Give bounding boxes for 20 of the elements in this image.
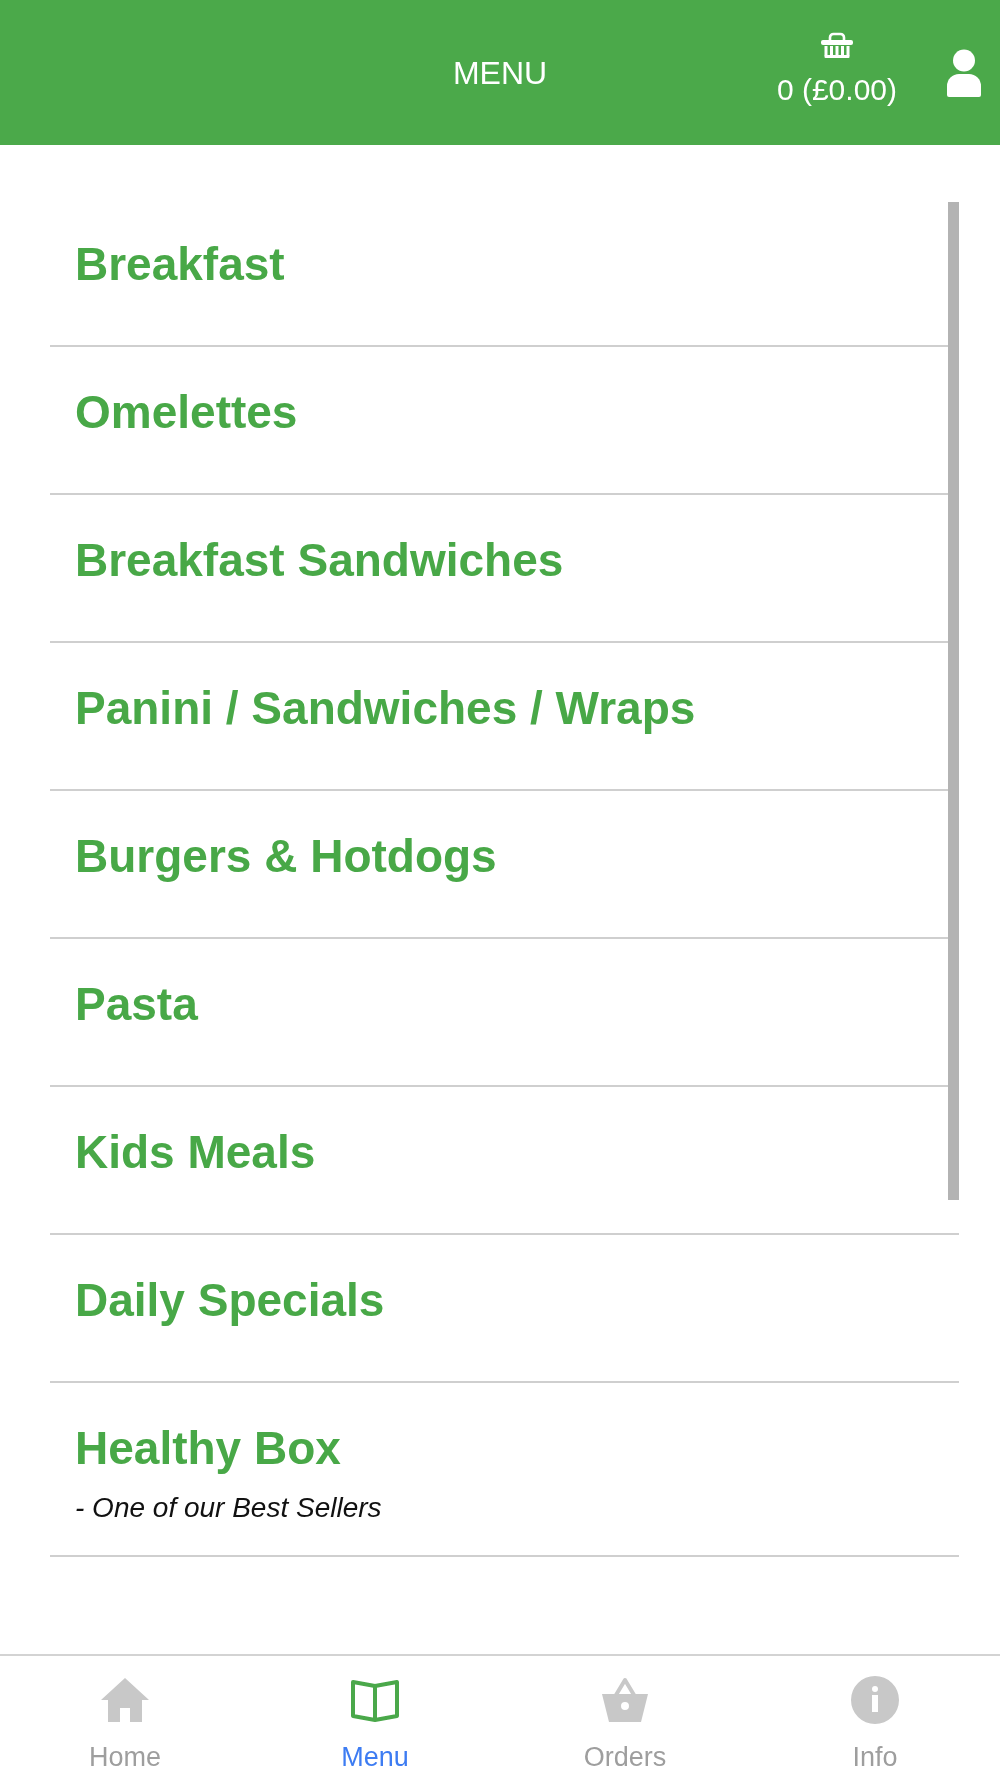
category-link[interactable]: Daily Specials [75,1275,385,1325]
cart-button[interactable]: 0 (£0.00) [776,31,897,107]
user-icon[interactable] [946,48,982,97]
category-link[interactable]: Kids Meals [75,1127,316,1177]
category-link[interactable]: Panini / Sandwiches / Wraps [75,683,696,733]
nav-tab[interactable]: Info [849,1656,901,1772]
page-title: MENU [452,53,548,92]
info-icon [849,1674,901,1726]
nav-tab[interactable]: Menu [341,1656,409,1772]
scrollbar-thumb[interactable] [948,202,959,1200]
nav-tab[interactable]: Orders [583,1656,667,1772]
category-link[interactable]: Pasta [75,979,198,1029]
category-note: - One of our Best Sellers [75,1491,382,1525]
category-link[interactable]: Burgers & Hotdogs [75,831,497,881]
category-link[interactable]: Breakfast [75,239,285,289]
nav-tab[interactable]: Home [89,1656,161,1772]
category-link[interactable]: Omelettes [75,387,298,437]
category-link[interactable]: Breakfast Sandwiches [75,535,564,585]
category-link[interactable]: Healthy Box [75,1423,341,1473]
basket-icon [819,31,854,59]
